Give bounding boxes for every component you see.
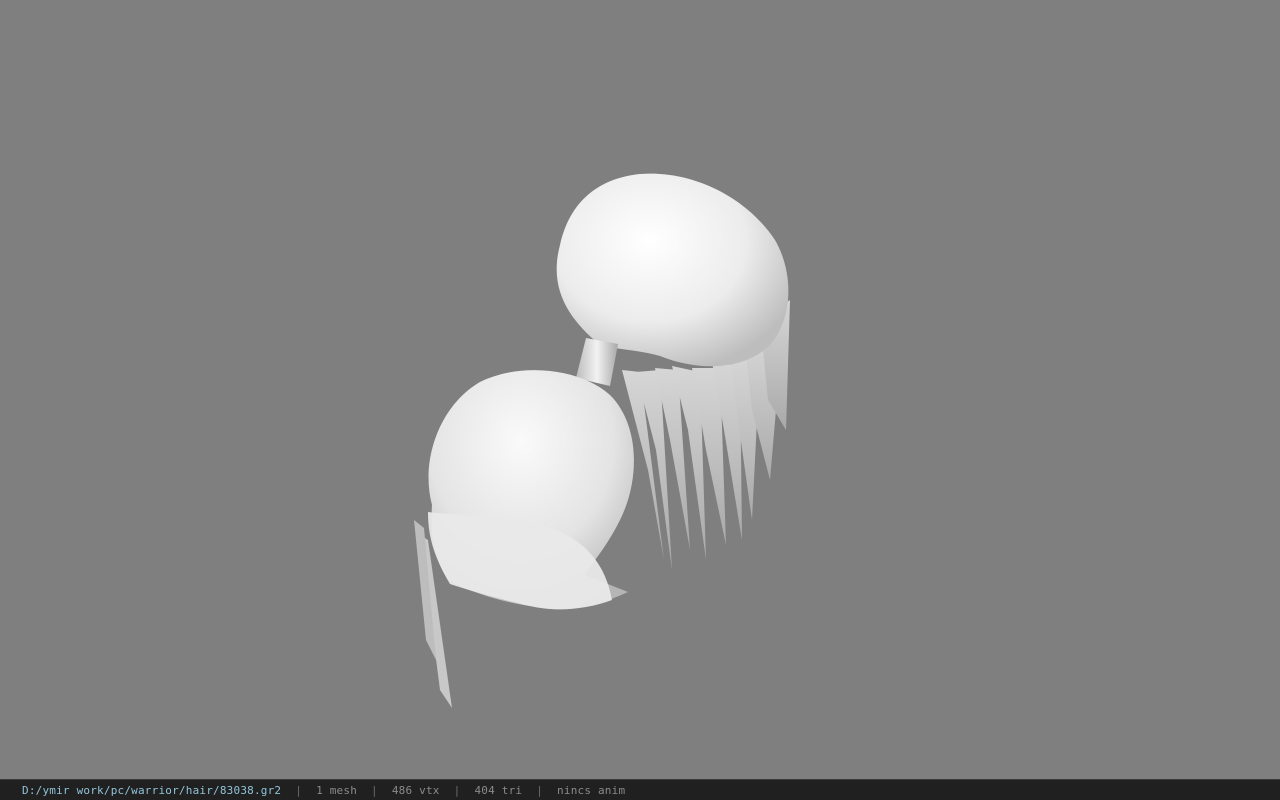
separator: | bbox=[536, 783, 544, 797]
separator: | bbox=[295, 783, 303, 797]
separator: | bbox=[371, 783, 378, 797]
separator: | bbox=[453, 783, 461, 797]
file-path: D:/ymir work/pc/warrior/hair/83038.gr2 bbox=[22, 783, 282, 797]
3d-viewport[interactable] bbox=[0, 0, 1280, 779]
triangle-count: 404 tri bbox=[474, 783, 523, 797]
status-bar: D:/ymir work/pc/warrior/hair/83038.gr2 |… bbox=[0, 779, 1280, 800]
vertex-count: 486 vtx bbox=[391, 783, 440, 797]
hair-model bbox=[414, 173, 790, 708]
hair-top-mass bbox=[556, 173, 789, 367]
animation-status: nincs anim bbox=[557, 783, 626, 797]
mesh-count: 1 mesh bbox=[316, 783, 358, 797]
